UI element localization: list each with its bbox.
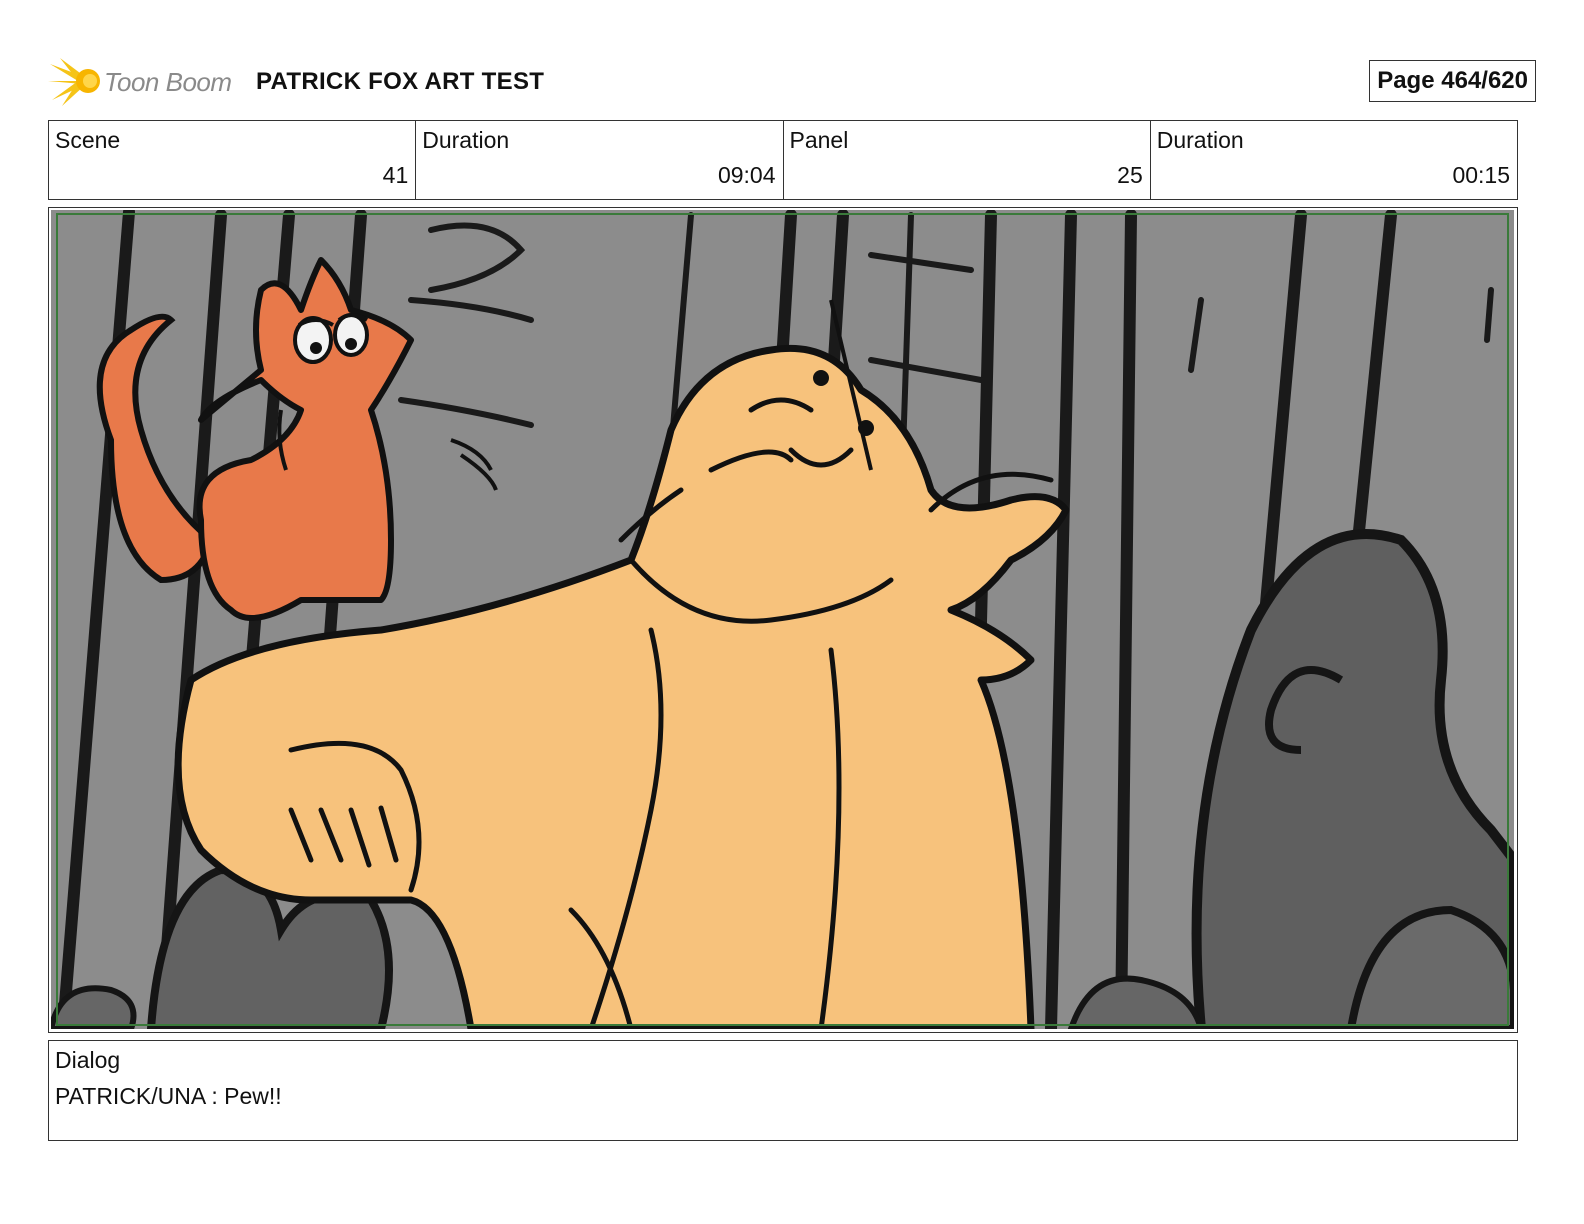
page-header: Toon Boom PATRICK FOX ART TEST Page 464/… bbox=[48, 52, 1536, 110]
panel-label: Panel bbox=[789, 127, 849, 153]
panel-cell: Panel 25 bbox=[784, 121, 1151, 199]
scene-cell: Scene 41 bbox=[49, 121, 417, 199]
dialog-box: Dialog PATRICK/UNA : Pew!! bbox=[48, 1040, 1518, 1141]
page-indicator: Page 464/620 bbox=[1369, 60, 1536, 102]
panel-duration-label: Duration bbox=[1156, 127, 1244, 153]
scene-duration-cell: Duration 09:04 bbox=[416, 121, 784, 199]
dialog-label: Dialog bbox=[55, 1047, 121, 1073]
scene-info-table: Scene 41 Duration 09:04 Panel 25 Duratio… bbox=[48, 120, 1518, 200]
starburst-icon bbox=[48, 58, 100, 106]
scene-duration-label: Duration bbox=[422, 127, 510, 153]
logo-text: Toon Boom bbox=[104, 67, 232, 97]
project-title: PATRICK FOX ART TEST bbox=[256, 68, 545, 95]
scene-value: 41 bbox=[382, 162, 409, 188]
scene-label: Scene bbox=[55, 127, 121, 153]
scene-duration-value: 09:04 bbox=[717, 162, 776, 188]
storyboard-drawing bbox=[51, 210, 1514, 1029]
panel-value: 25 bbox=[1117, 162, 1143, 188]
panel-duration-cell: Duration 00:15 bbox=[1151, 121, 1517, 199]
dialog-text: PATRICK/UNA : Pew!! bbox=[55, 1083, 282, 1109]
panel-frame bbox=[48, 207, 1518, 1033]
toon-boom-logo: Toon Boom bbox=[48, 54, 244, 108]
panel-duration-value: 00:15 bbox=[1452, 162, 1510, 188]
